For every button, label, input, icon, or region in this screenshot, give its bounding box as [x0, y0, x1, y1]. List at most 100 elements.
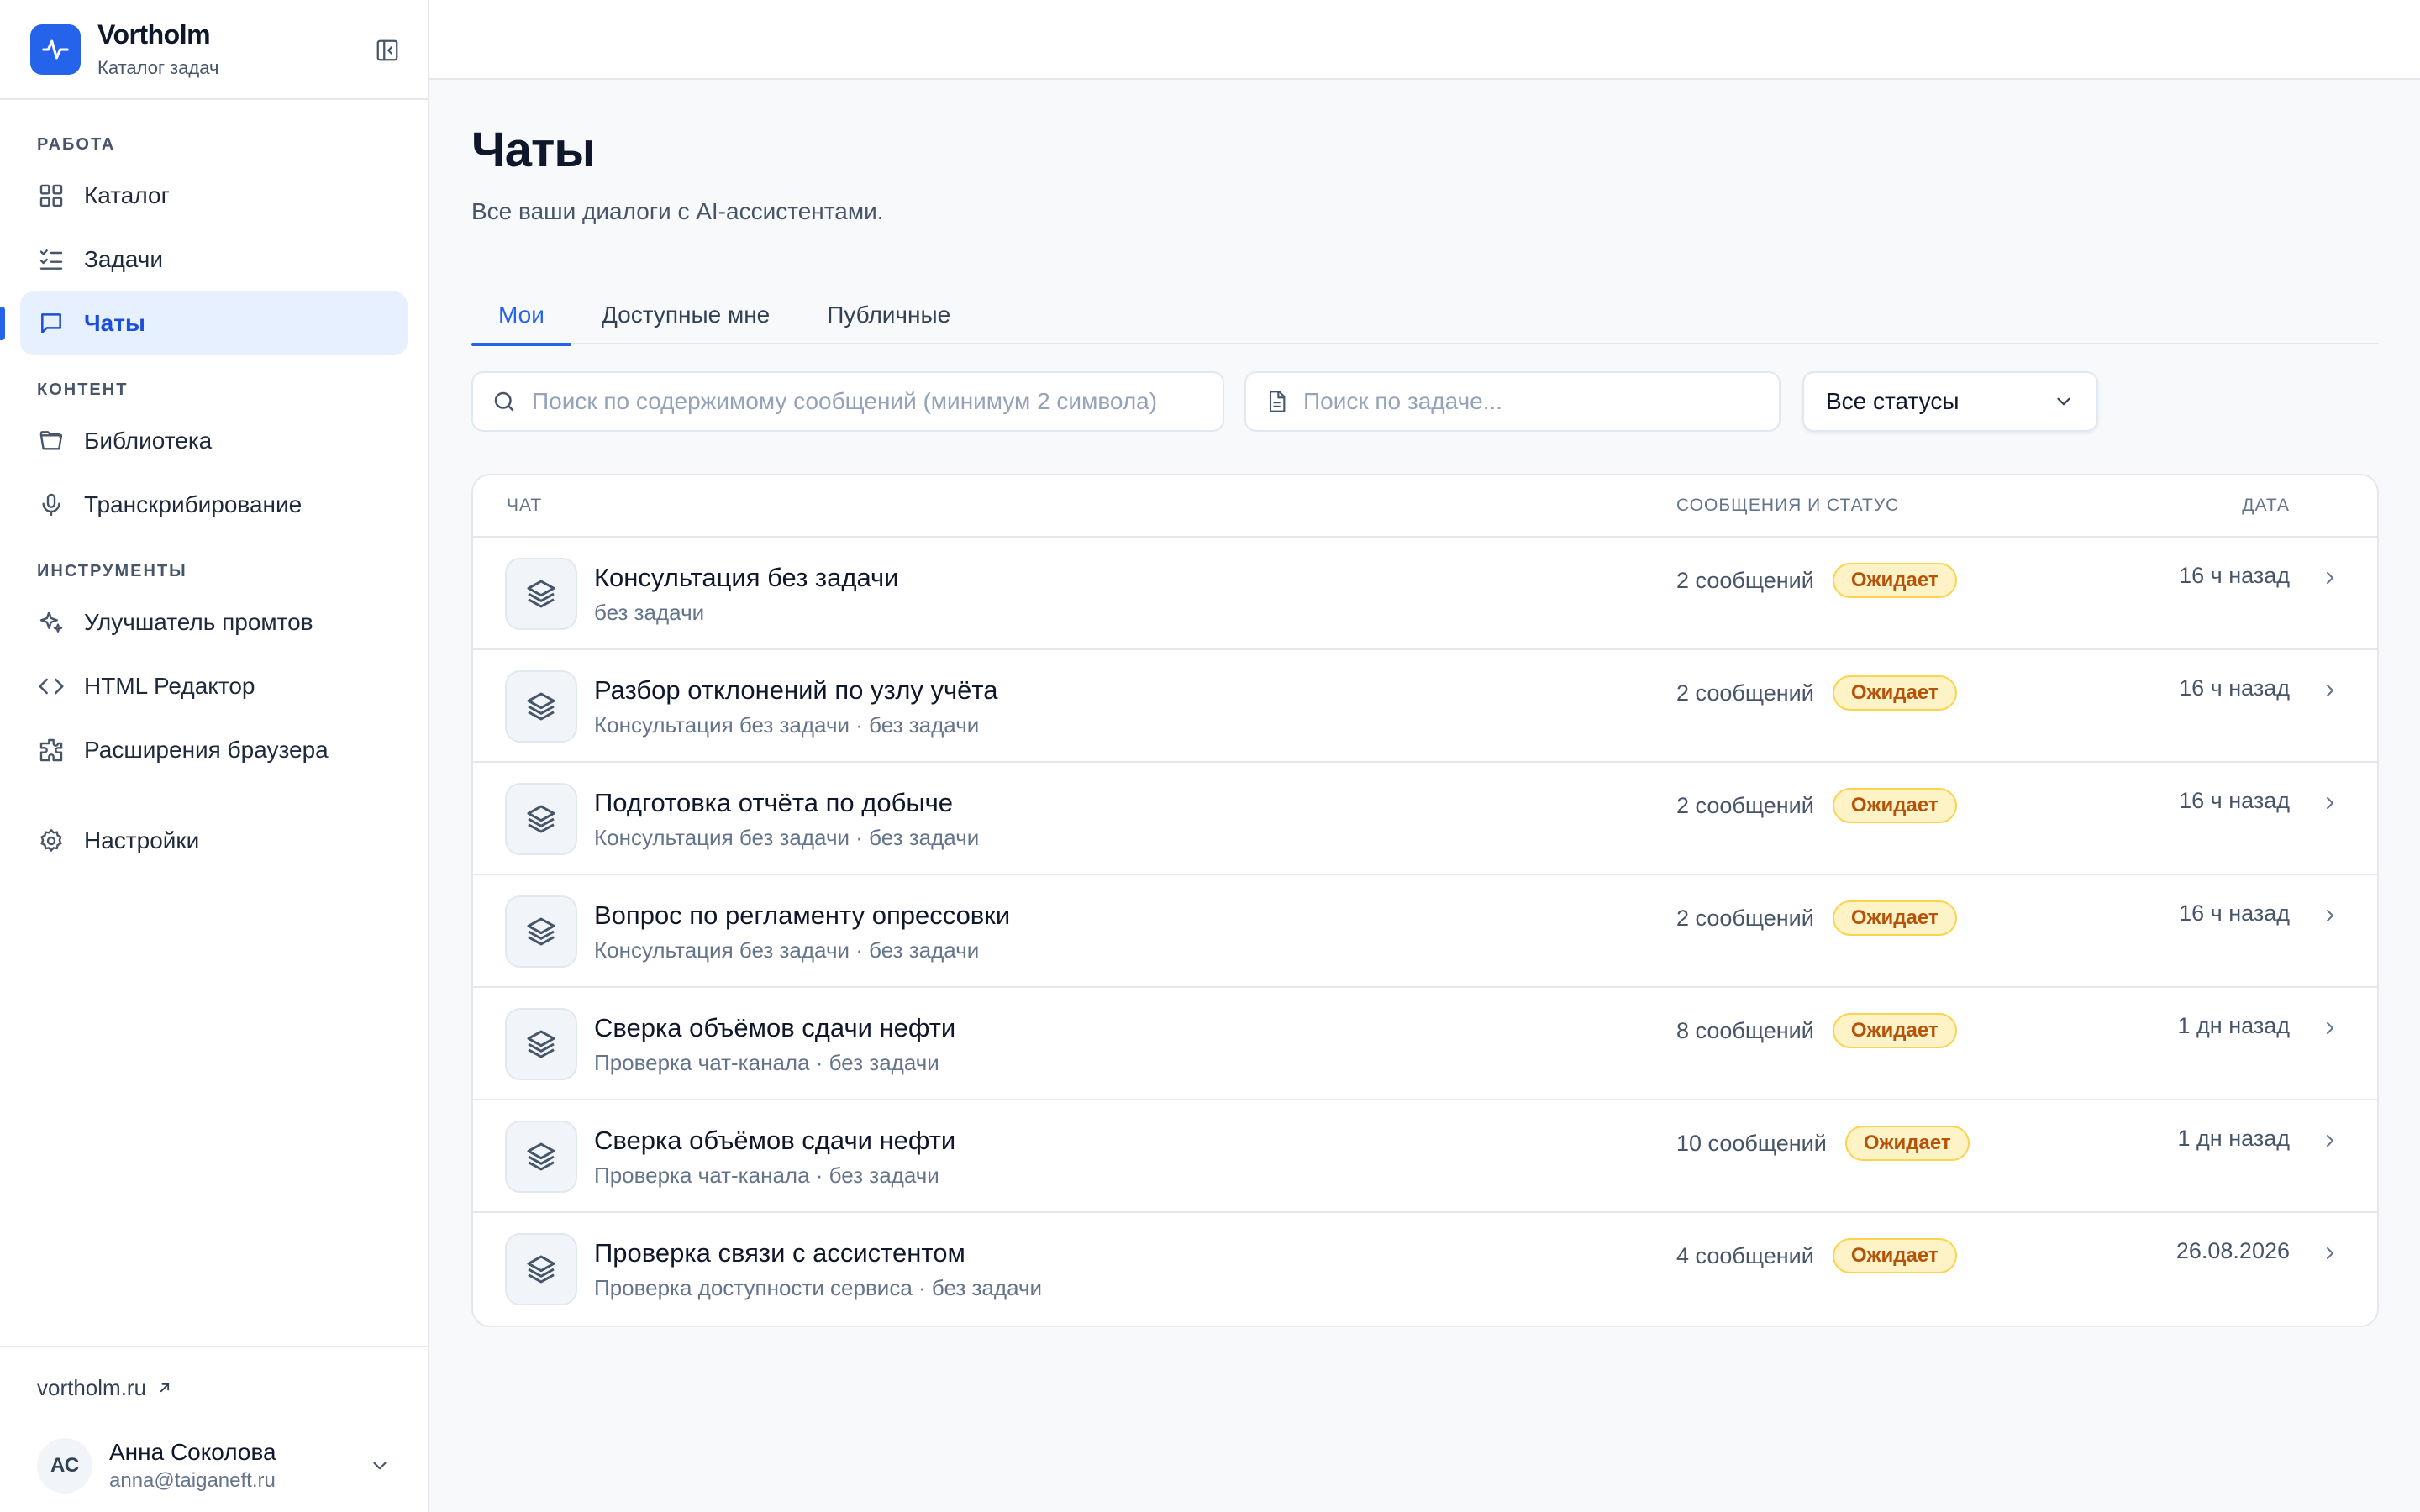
sidebar-item-library[interactable]: Библиотека	[20, 409, 408, 473]
user-menu[interactable]: АС Анна Соколова anna@taiganeft.ru	[37, 1420, 391, 1512]
chat-icon	[37, 309, 66, 338]
sidebar-item-label: HTML Редактор	[84, 673, 255, 699]
layers-icon	[505, 1233, 577, 1305]
sidebar-item-label: Задачи	[84, 246, 164, 272]
tab-shared-with-me[interactable]: Доступные мне	[575, 286, 797, 344]
chevron-right-icon[interactable]	[2320, 1243, 2340, 1263]
messages-status: 10 сообщений Ожидает	[1676, 1126, 1970, 1161]
chat-title: Консультация без задачи	[594, 563, 899, 592]
table-row[interactable]: Сверка объёмов сдачи нефти Проверка чат-…	[473, 1100, 2377, 1213]
sidebar-item-label: Расширения браузера	[84, 737, 329, 763]
tab-public[interactable]: Публичные	[800, 286, 977, 344]
messages-status: 2 сообщений Ожидает	[1676, 900, 1957, 936]
sidebar-item-browser-extensions[interactable]: Расширения браузера	[20, 718, 408, 782]
chat-title: Вопрос по регламенту опрессовки	[594, 900, 1011, 930]
chat-date: 16 ч назад	[2179, 788, 2290, 813]
chat-subtitle: Консультация без задачи · без задачи	[594, 825, 980, 850]
sidebar-item-settings[interactable]: Настройки	[20, 809, 408, 873]
sidebar-item-chats[interactable]: Чаты	[0, 291, 408, 355]
chat-date: 16 ч назад	[2179, 675, 2290, 701]
message-search-field[interactable]	[471, 371, 1224, 432]
layers-icon	[505, 1008, 577, 1080]
sidebar-item-html-editor[interactable]: HTML Редактор	[20, 654, 408, 718]
chat-subtitle: Проверка чат-канала · без задачи	[594, 1163, 939, 1188]
grid-icon	[37, 181, 66, 210]
message-count: 2 сообщений	[1676, 905, 1814, 931]
table-header: ЧАТ СООБЩЕНИЯ И СТАТУС ДАТА	[473, 475, 2377, 538]
chat-title: Разбор отклонений по узлу учёта	[594, 675, 998, 705]
sidebar-item-catalog[interactable]: Каталог	[20, 164, 408, 228]
chat-date: 16 ч назад	[2179, 563, 2290, 588]
status-badge: Ожидает	[1832, 563, 1957, 598]
status-badge: Ожидает	[1832, 675, 1957, 711]
sidebar-item-tasks[interactable]: Задачи	[20, 228, 408, 291]
sidebar-item-label: Настройки	[84, 827, 200, 853]
message-count: 4 сообщений	[1676, 1242, 1814, 1268]
chats-table: ЧАТ СООБЩЕНИЯ И СТАТУС ДАТА Консультация…	[471, 474, 2379, 1327]
sidebar: Vortholm Каталог задач РАБОТА Каталог За…	[0, 0, 429, 1512]
chevron-right-icon[interactable]	[2320, 1131, 2340, 1151]
messages-status: 2 сообщений Ожидает	[1676, 788, 1957, 823]
content: Чаты Все ваши диалоги с AI-ассистентами.…	[429, 80, 2420, 1327]
section-label-content: КОНТЕНТ	[37, 380, 129, 399]
chevron-right-icon[interactable]	[2320, 906, 2340, 926]
page-title: Чаты	[471, 123, 596, 177]
code-icon	[37, 672, 66, 701]
task-search-field[interactable]	[1244, 371, 1781, 432]
chevron-right-icon[interactable]	[2320, 680, 2340, 701]
sidebar-item-transcription[interactable]: Транскрибирование	[20, 473, 408, 537]
chat-title: Сверка объёмов сдачи нефти	[594, 1013, 956, 1042]
chat-title: Сверка объёмов сдачи нефти	[594, 1126, 956, 1155]
message-count: 8 сообщений	[1676, 1017, 1814, 1043]
messages-status: 2 сообщений Ожидает	[1676, 563, 1957, 598]
section-label-tools: ИНСТРУМЕНТЫ	[37, 561, 187, 580]
messages-status: 4 сообщений Ожидает	[1676, 1238, 1957, 1273]
activity-logo-icon[interactable]	[30, 24, 81, 75]
external-site-link[interactable]: vortholm.ru	[37, 1356, 391, 1420]
chat-subtitle: Проверка чат-канала · без задачи	[594, 1050, 939, 1075]
chat-date: 1 дн назад	[2177, 1013, 2290, 1038]
folder-open-icon	[37, 427, 66, 455]
sidebar-nav: РАБОТА Каталог Задачи Чаты КОНТЕНТ Библи…	[0, 100, 428, 1346]
table-row[interactable]: Проверка связи с ассистентом Проверка до…	[473, 1213, 2377, 1326]
chevron-right-icon[interactable]	[2320, 1018, 2340, 1038]
chat-date: 1 дн назад	[2177, 1126, 2290, 1151]
message-count: 2 сообщений	[1676, 792, 1814, 818]
table-row[interactable]: Сверка объёмов сдачи нефти Проверка чат-…	[473, 988, 2377, 1100]
chevron-right-icon[interactable]	[2320, 568, 2340, 588]
tab-bar: Мои Доступные мне Публичные	[471, 286, 2379, 346]
messages-status: 8 сообщений Ожидает	[1676, 1013, 1957, 1048]
microphone-icon	[37, 491, 66, 519]
sidebar-item-prompt-enhancer[interactable]: Улучшатель промтов	[20, 591, 408, 654]
chevron-down-icon[interactable]	[369, 1455, 391, 1477]
status-badge: Ожидает	[1832, 1013, 1957, 1048]
search-icon	[492, 389, 517, 414]
column-header-date: ДАТА	[2242, 496, 2290, 515]
layers-icon	[505, 670, 577, 743]
task-search-input[interactable]	[1303, 388, 1760, 415]
table-row[interactable]: Вопрос по регламенту опрессовки Консульт…	[473, 875, 2377, 988]
brand-header: Vortholm Каталог задач	[0, 0, 428, 100]
external-link-icon	[146, 1379, 173, 1396]
collapse-sidebar-icon[interactable]	[372, 35, 402, 66]
sidebar-item-label: Улучшатель промтов	[84, 609, 313, 635]
chat-subtitle: Консультация без задачи · без задачи	[594, 712, 980, 738]
chevron-right-icon[interactable]	[2320, 793, 2340, 813]
tab-mine[interactable]: Мои	[471, 286, 571, 346]
message-count: 2 сообщений	[1676, 567, 1814, 593]
column-header-chat: ЧАТ	[507, 496, 543, 515]
status-select[interactable]: Все статусы	[1802, 371, 2098, 432]
chat-subtitle: Консультация без задачи · без задачи	[594, 937, 980, 963]
table-row[interactable]: Подготовка отчёта по добыче Консультация…	[473, 763, 2377, 875]
chat-date: 26.08.2026	[2175, 1238, 2290, 1263]
chat-title: Подготовка отчёта по добыче	[594, 788, 954, 817]
message-search-input[interactable]	[532, 388, 1204, 415]
layers-icon	[505, 895, 577, 968]
layers-icon	[505, 783, 577, 855]
table-row[interactable]: Консультация без задачи без задачи 2 соо…	[473, 538, 2377, 650]
puzzle-icon	[37, 736, 66, 764]
layers-icon	[505, 1121, 577, 1193]
table-body: Консультация без задачи без задачи 2 соо…	[473, 538, 2377, 1326]
table-row[interactable]: Разбор отклонений по узлу учёта Консульт…	[473, 650, 2377, 763]
brand-subtitle: Каталог задач	[97, 57, 219, 78]
